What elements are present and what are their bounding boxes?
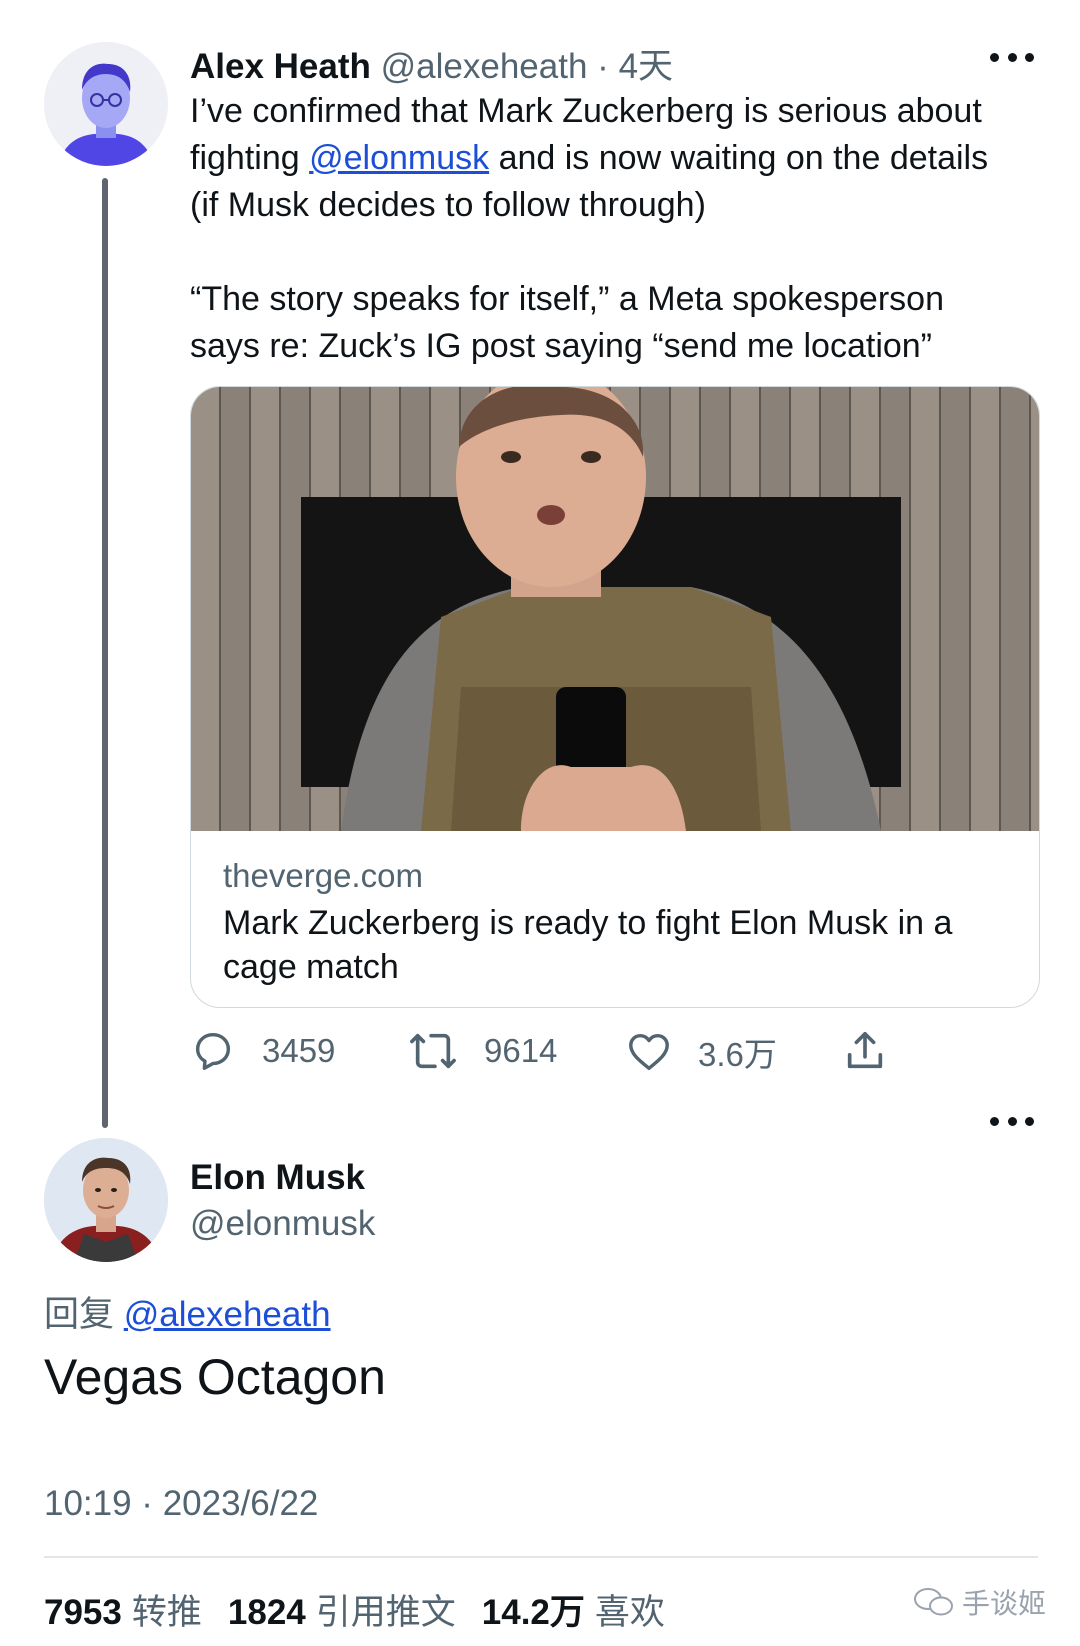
wechat-icon	[914, 1588, 953, 1616]
tweet2-text: Vegas Octagon	[44, 1349, 386, 1405]
mention-link-elonmusk[interactable]: @elonmusk	[309, 139, 489, 177]
watermark-text: 手谈姬	[962, 1588, 1047, 1619]
tweet-text-segment: fighting	[190, 139, 310, 177]
elon-musk-avatar[interactable]	[44, 1138, 168, 1262]
dot-icon	[1025, 1116, 1034, 1126]
dot-icon	[990, 1116, 999, 1126]
retweet-count: 9614	[484, 1032, 558, 1069]
card-domain: theverge.com	[223, 857, 423, 894]
author-name[interactable]: Elon Musk	[190, 1158, 365, 1198]
avatar-photo	[44, 1138, 168, 1262]
tweet-age[interactable]: 4天	[619, 47, 673, 86]
avatar-illustration	[44, 42, 168, 166]
tweet-text-line: I’ve confirmed that Mark Zuckerberg is s…	[190, 92, 982, 130]
alex-heath-avatar[interactable]	[44, 42, 168, 166]
quotes-label: 引用推文	[315, 1593, 456, 1632]
tweet-timestamp[interactable]: 10:19 · 2023/6/22	[44, 1484, 318, 1524]
reply-action[interactable]: 3459	[190, 1028, 335, 1074]
dot-icon	[990, 52, 999, 62]
like-action[interactable]: 3.6万	[626, 1028, 777, 1076]
link-preview-card[interactable]: theverge.com Mark Zuckerberg is ready to…	[190, 386, 1040, 1008]
like-count: 3.6万	[698, 1036, 777, 1073]
retweet-icon	[410, 1033, 456, 1069]
likes-label: 喜欢	[594, 1593, 665, 1632]
share-action[interactable]	[842, 1028, 914, 1074]
author-handle[interactable]: @alexeheath	[381, 47, 588, 86]
share-icon	[847, 1031, 883, 1069]
heart-icon	[629, 1033, 669, 1071]
likes-stat[interactable]: 14.2万 喜欢	[482, 1584, 665, 1635]
tweet-text-segment: and is now waiting on the details	[489, 139, 989, 177]
likes-count: 14.2万	[481, 1593, 585, 1632]
mention-link-alexeheath[interactable]: @alexeheath	[124, 1295, 331, 1334]
thread-connector-line	[102, 178, 108, 1128]
tweet-text-line: says re: Zuck’s IG post saying “send me …	[190, 327, 933, 365]
reply-icon	[195, 1032, 231, 1070]
author-name[interactable]: Alex Heath	[190, 47, 371, 86]
tweet-text-line: (if Musk decides to follow through)	[190, 186, 706, 224]
dot-separator: ·	[597, 47, 609, 86]
dot-icon	[1025, 52, 1034, 62]
more-options-button[interactable]	[990, 42, 1034, 72]
dot-icon	[1007, 1116, 1017, 1126]
retweet-action[interactable]: 9614	[408, 1028, 557, 1074]
tweet-text-line: “The story speaks for itself,” a Meta sp…	[190, 280, 944, 318]
dot-icon	[1007, 52, 1017, 62]
tweet1-header: Alex Heath @alexeheath · 4天	[190, 38, 673, 89]
retweets-count: 7953	[44, 1593, 122, 1632]
card-title: Mark Zuckerberg is ready to fight Elon M…	[223, 904, 953, 986]
card-preview-image	[191, 387, 1039, 831]
watermark: 手谈姬	[912, 1582, 1046, 1622]
replying-to: 回复 @alexeheath	[44, 1286, 331, 1337]
quotes-stat[interactable]: 1824 引用推文	[228, 1584, 456, 1635]
retweets-stat[interactable]: 7953 转推	[44, 1584, 202, 1635]
author-handle[interactable]: @elonmusk	[190, 1204, 375, 1244]
retweets-label: 转推	[131, 1593, 202, 1632]
quotes-count: 1824	[227, 1593, 306, 1632]
more-options-button[interactable]	[990, 1106, 1034, 1136]
reply-label: 回复	[44, 1295, 115, 1334]
divider	[44, 1556, 1038, 1558]
tweet1-body: I’ve confirmed that Mark Zuckerberg is s…	[190, 88, 1050, 370]
reply-count: 3459	[262, 1032, 336, 1069]
tweet-text-line: fighting @elonmusk and is now waiting on…	[190, 135, 1050, 182]
tweet2-stats: 7953 转推 1824 引用推文 14.2万 喜欢	[44, 1584, 665, 1635]
